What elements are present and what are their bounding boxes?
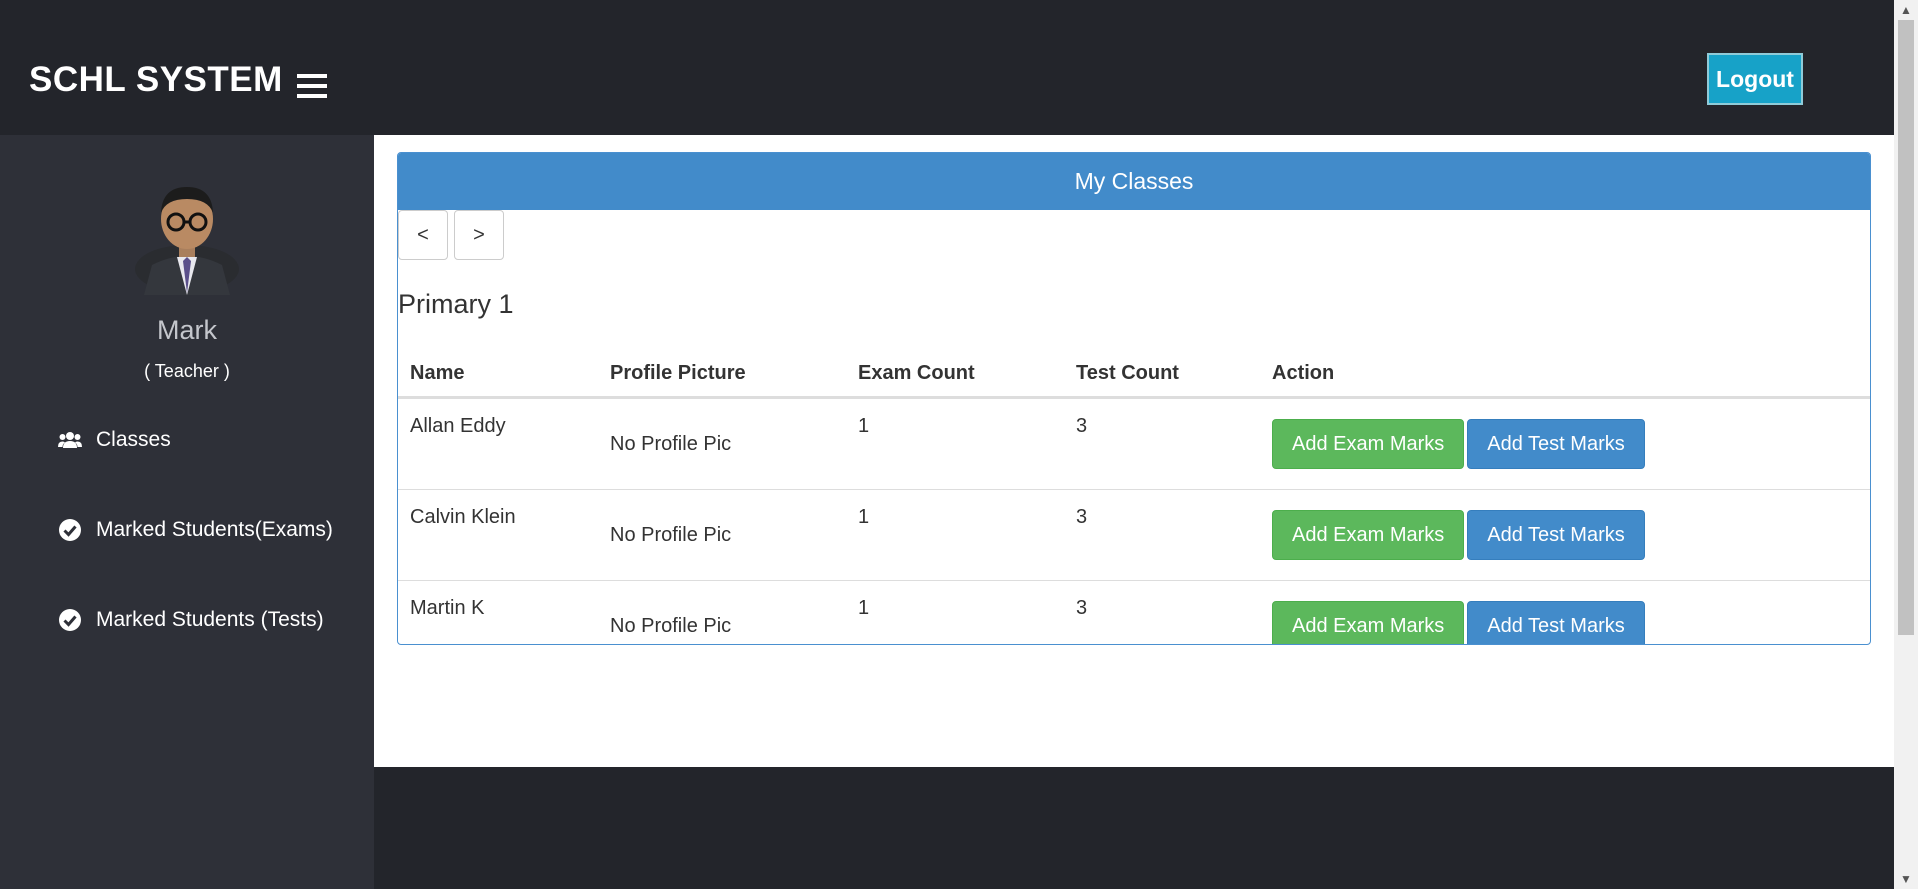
action-cell: Add Exam Marks Add Test Marks: [1260, 489, 1870, 581]
scroll-down-icon[interactable]: ▼: [1894, 869, 1918, 889]
sidebar-item-label: Marked Students(Exams): [96, 518, 333, 541]
student-name: Calvin Klein: [398, 489, 598, 581]
menu-toggle-icon[interactable]: [297, 74, 327, 100]
check-circle-icon: [59, 609, 81, 631]
footer-area: [374, 767, 1894, 889]
sidebar-item-label: Marked Students (Tests): [96, 608, 324, 631]
column-header: Test Count: [1064, 351, 1260, 399]
teacher-avatar: [135, 187, 239, 295]
profile-picture: No Profile Pic: [598, 489, 846, 581]
add-test-marks-button[interactable]: Add Test Marks: [1467, 419, 1645, 469]
table-row: Allan Eddy No Profile Pic 1 3 Add Exam M…: [398, 397, 1870, 490]
sidebar: Mark ( Teacher ) Classes Marked Students…: [0, 135, 374, 889]
table-row: Martin K No Profile Pic 1 3 Add Exam Mar…: [398, 581, 1870, 644]
class-name: Primary 1: [398, 289, 514, 319]
exam-count: 1: [846, 397, 1064, 490]
page-scrollbar[interactable]: ▲ ▼: [1894, 0, 1918, 889]
profile-picture: No Profile Pic: [598, 397, 846, 490]
exam-count: 1: [846, 489, 1064, 581]
classes-panel: My Classes < > Primary 1 Name Profile Pi…: [397, 152, 1871, 645]
add-exam-marks-button[interactable]: Add Exam Marks: [1272, 510, 1465, 560]
test-count: 3: [1064, 489, 1260, 581]
column-header: Name: [398, 351, 598, 399]
table-header-row: Name Profile Picture Exam Count Test Cou…: [398, 351, 1870, 399]
add-exam-marks-button[interactable]: Add Exam Marks: [1272, 419, 1465, 469]
column-header: Profile Picture: [598, 351, 846, 399]
pager: < >: [398, 210, 510, 260]
top-navbar: SCHL SYSTEM Logout: [0, 0, 1894, 135]
user-name: Mark: [157, 315, 217, 345]
profile-picture: No Profile Pic: [610, 614, 732, 637]
add-test-marks-button[interactable]: Add Test Marks: [1467, 601, 1645, 644]
panel-title: My Classes: [398, 153, 1870, 210]
logout-button[interactable]: Logout: [1707, 53, 1803, 105]
action-cell: Add Exam Marks Add Test Marks: [1260, 397, 1870, 490]
student-name: Allan Eddy: [398, 397, 598, 490]
brand-title: SCHL SYSTEM: [29, 60, 283, 99]
action-cell: Add Exam Marks Add Test Marks: [1260, 581, 1870, 644]
exam-count: 1: [858, 597, 870, 619]
main-content: My Classes < > Primary 1 Name Profile Pi…: [374, 135, 1894, 767]
sidebar-item-marked-tests[interactable]: Marked Students (Tests): [58, 608, 324, 632]
scroll-up-icon[interactable]: ▲: [1894, 0, 1918, 20]
sidebar-item-classes[interactable]: Classes: [58, 428, 171, 452]
users-icon: [58, 432, 82, 448]
add-test-marks-button[interactable]: Add Test Marks: [1467, 510, 1645, 560]
students-table: Name Profile Picture Exam Count Test Cou…: [398, 351, 1870, 644]
scroll-thumb[interactable]: [1898, 20, 1914, 635]
user-role: ( Teacher ): [144, 361, 230, 381]
column-header: Exam Count: [846, 351, 1064, 399]
sidebar-item-label: Classes: [96, 428, 171, 451]
next-button[interactable]: >: [454, 210, 504, 260]
sidebar-item-marked-exams[interactable]: Marked Students(Exams): [58, 518, 333, 542]
prev-button[interactable]: <: [398, 210, 448, 260]
add-exam-marks-button[interactable]: Add Exam Marks: [1272, 601, 1465, 644]
column-header: Action: [1260, 351, 1870, 399]
test-count: 3: [1064, 397, 1260, 490]
table-row: Calvin Klein No Profile Pic 1 3 Add Exam…: [398, 489, 1870, 581]
student-name: Martin K: [410, 597, 485, 619]
test-count: 3: [1076, 597, 1088, 619]
check-circle-icon: [59, 519, 81, 541]
